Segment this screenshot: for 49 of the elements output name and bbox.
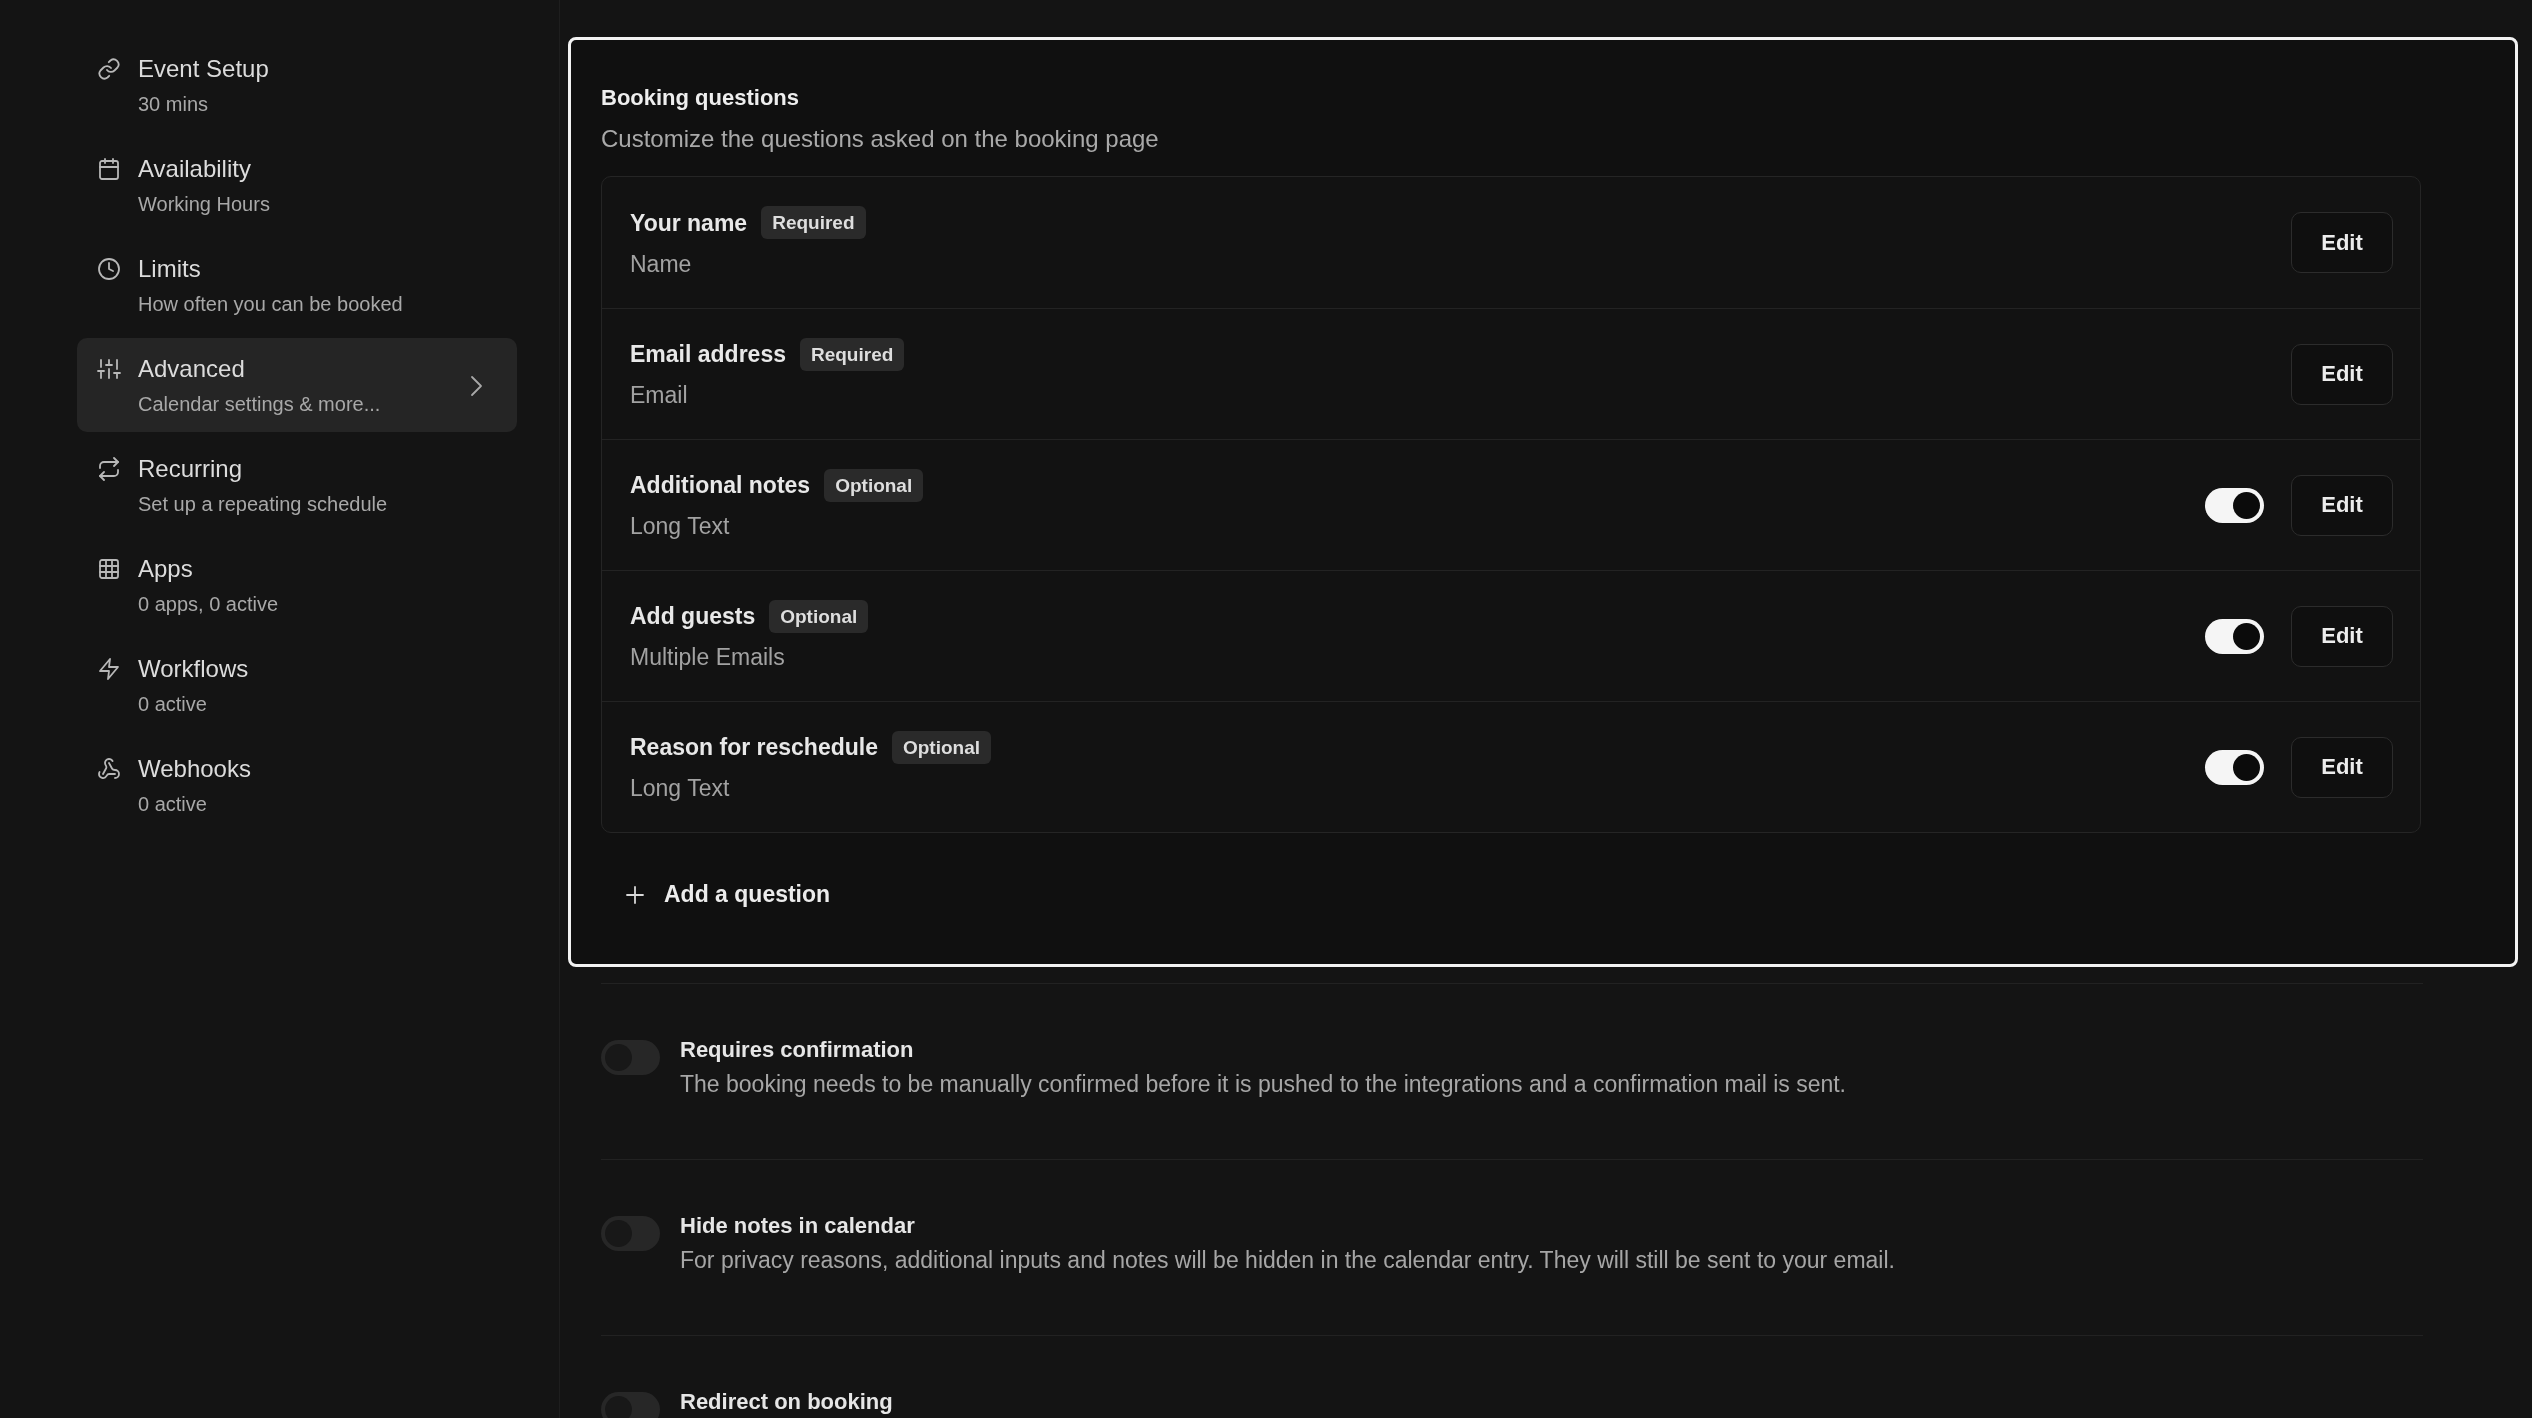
question-label: Additional notes [630, 471, 811, 500]
sidebar-item[interactable]: Webhooks 0 active [77, 738, 517, 832]
requirement-badge: Optional [891, 730, 992, 764]
requirement-badge: Optional [824, 468, 924, 502]
edit-button[interactable]: Edit [2291, 736, 2393, 798]
edit-button[interactable]: Edit [2291, 605, 2393, 667]
edit-button[interactable]: Edit [2291, 474, 2393, 536]
edit-button[interactable]: Edit [2291, 343, 2393, 405]
lightning-icon [97, 657, 121, 681]
requirement-badge: Required [799, 337, 905, 371]
sidebar-item[interactable]: Apps 0 apps, 0 active [77, 538, 517, 632]
question-label: Email address [630, 340, 786, 369]
setting-title: Redirect on booking [680, 1388, 893, 1416]
field-type-label: Long Text [630, 512, 731, 541]
setting-description: For privacy reasons, additional inputs and notes will be hidden in the calendar entry. They will still be sent to your email. [680, 1246, 1895, 1275]
setting-title: Requires confirmation [680, 1036, 915, 1064]
sidebar-item[interactable]: Recurring Set up a repeating schedule [77, 438, 517, 532]
field-type-label: Long Text [630, 774, 731, 803]
sliders-icon [97, 357, 121, 381]
sidebar-item[interactable]: Workflows 0 active [77, 638, 517, 732]
question-label: Add guests [630, 602, 756, 631]
setting-description: The booking needs to be manually confirmed before it is pushed to the integrations and a confirmation mail is sent. [680, 1070, 1846, 1099]
question-label: Your name [630, 208, 748, 238]
section-title: Booking questions [601, 84, 800, 112]
sidebar-item[interactable]: Availability Working Hours [77, 138, 517, 232]
plus-icon [626, 885, 644, 904]
webhook-icon [97, 757, 121, 781]
sidebar-item[interactable]: Limits How often you can be booked [77, 238, 517, 332]
section-description: Customize the questions asked on the booking page [601, 124, 1160, 154]
toggle-switch[interactable] [2205, 618, 2264, 654]
link-icon [97, 57, 121, 81]
field-type-label: Name [630, 249, 693, 279]
setting-title: Hide notes in calendar [680, 1212, 916, 1240]
field-type-label: Email [630, 381, 689, 410]
sidebar-item[interactable]: Advanced Calendar settings & more... [77, 338, 517, 432]
toggle-switch[interactable] [2205, 749, 2264, 785]
edit-button[interactable]: Edit [2291, 212, 2393, 273]
add-question-button[interactable]: Add a question [614, 873, 843, 916]
toggle-switch[interactable] [2205, 487, 2264, 523]
grid-icon [97, 557, 121, 581]
requirement-badge: Optional [769, 599, 869, 633]
field-type-label: Multiple Emails [630, 643, 786, 672]
chevron-right-icon [470, 375, 483, 397]
clock-icon [97, 257, 121, 281]
calendar-icon [97, 157, 121, 181]
sidebar-item[interactable]: Event Setup 30 mins [77, 38, 517, 132]
requirement-badge: Required [761, 206, 866, 239]
repeat-icon [97, 457, 121, 481]
question-label: Reason for reschedule [630, 733, 878, 762]
